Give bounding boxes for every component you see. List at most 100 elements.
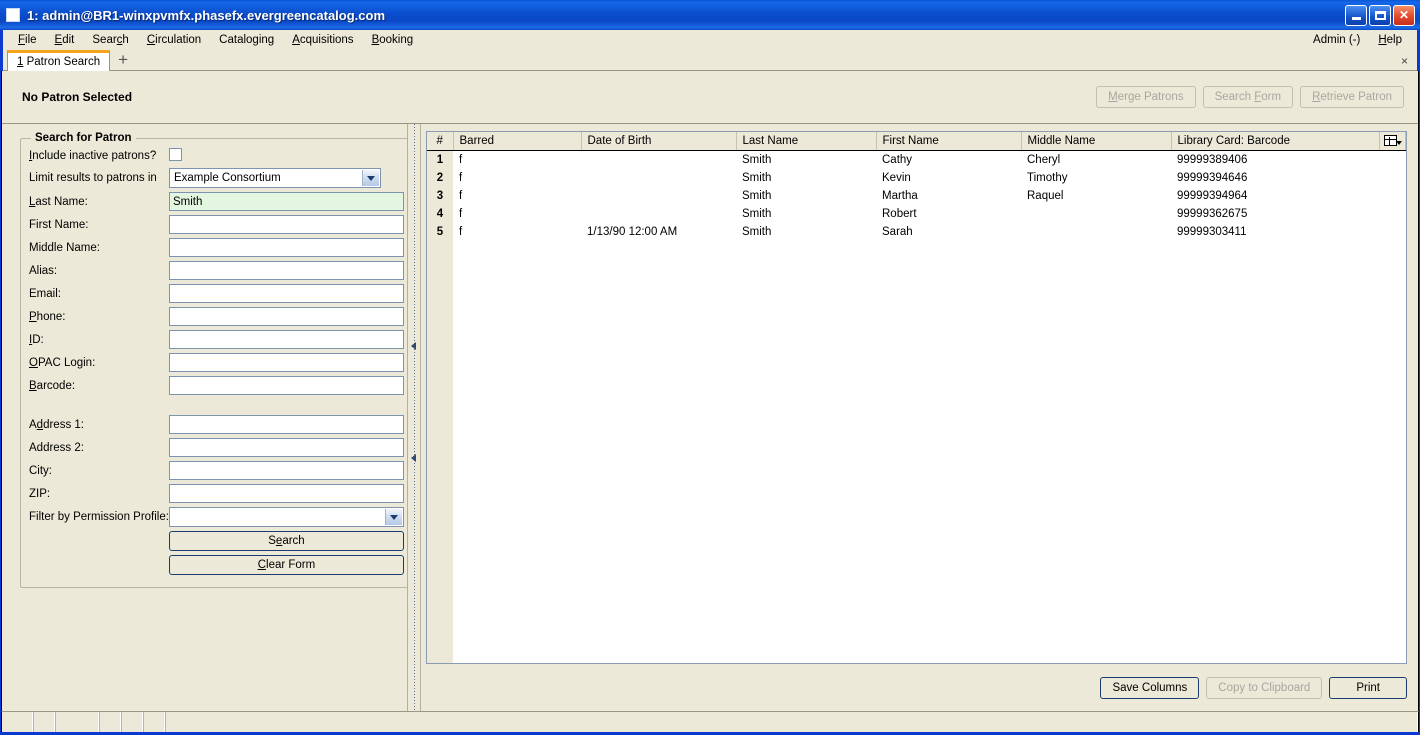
print-button[interactable]: Print <box>1329 676 1407 699</box>
col-header-barred[interactable]: Barred <box>453 132 582 151</box>
menu-help[interactable]: Help <box>1369 32 1411 48</box>
search-pane: Search for Patron Include inactive patro… <box>2 124 407 711</box>
cell-last-name: Smith <box>736 186 876 205</box>
table-row[interactable]: 2 f Smith Kevin Timothy 99999394646 <box>427 168 1406 187</box>
city-label: City: <box>29 464 52 477</box>
row-permission-profile: Filter by Permission Profile: <box>29 505 404 529</box>
tab-patron-search[interactable]: 1 Patron Search <box>7 50 111 71</box>
zip-input[interactable] <box>168 484 404 503</box>
patron-status-label: No Patron Selected <box>22 90 133 104</box>
cell-middle-name <box>1021 222 1171 241</box>
id-input[interactable] <box>168 330 404 349</box>
results-table: # Barred Date of Birth Last Name First N… <box>427 132 1406 241</box>
menu-search[interactable]: Search <box>83 32 137 48</box>
menu-bar: File Edit Search Circulation Cataloging … <box>3 30 1417 50</box>
address2-input[interactable] <box>168 438 404 457</box>
maximize-button[interactable] <box>1369 4 1391 26</box>
chevron-down-icon <box>384 509 402 525</box>
cell-barcode: 99999303411 <box>1171 222 1380 241</box>
retrieve-patron-button[interactable]: Retrieve Patron <box>1300 86 1404 108</box>
cell-date-of-birth: 1/13/90 12:00 AM <box>581 222 736 241</box>
results-empty-area <box>427 240 1406 663</box>
row-alias: Alias: <box>29 259 404 282</box>
window-title: 1: admin@BR1-winxpvmfx.phasefx.evergreen… <box>27 7 386 23</box>
col-header-date-of-birth[interactable]: Date of Birth <box>581 132 737 151</box>
city-input[interactable] <box>168 461 404 480</box>
menu-edit[interactable]: Edit <box>46 32 84 48</box>
cell-last-name: Smith <box>736 150 876 169</box>
status-cell-3 <box>55 712 99 732</box>
row-first-name: First Name: <box>29 213 404 236</box>
new-tab-button[interactable]: + <box>110 51 136 68</box>
permission-profile-select[interactable] <box>168 507 404 527</box>
col-header-library-card-barcode[interactable]: Library Card: Barcode <box>1171 132 1380 151</box>
save-columns-button[interactable]: Save Columns <box>1100 676 1200 699</box>
col-header-middle-name[interactable]: Middle Name <box>1021 132 1172 151</box>
clear-form-button[interactable]: Clear Form <box>168 555 404 575</box>
tab-strip: 1 Patron Search + × <box>3 50 1417 71</box>
close-button[interactable]: ✕ <box>1393 4 1415 26</box>
zip-label: ZIP: <box>29 487 51 500</box>
limit-results-select[interactable]: Example Consortium <box>168 168 381 188</box>
copy-to-clipboard-button[interactable]: Copy to Clipboard <box>1206 676 1323 699</box>
results-grid: # Barred Date of Birth Last Name First N… <box>426 131 1407 664</box>
cell-date-of-birth <box>581 150 736 169</box>
col-header-last-name[interactable]: Last Name <box>736 132 877 151</box>
status-cell-6 <box>143 712 165 732</box>
menu-cataloging[interactable]: Cataloging <box>210 32 283 48</box>
last-name-input[interactable] <box>168 192 404 211</box>
search-form-button[interactable]: Search Form <box>1202 86 1294 108</box>
cell-date-of-birth <box>581 186 736 205</box>
table-row[interactable]: 4 f Smith Robert 99999362675 <box>427 204 1406 223</box>
menu-file[interactable]: File <box>9 32 46 48</box>
row-number: 5 <box>427 222 453 241</box>
alias-input[interactable] <box>168 261 404 280</box>
table-row[interactable]: 5 f 1/13/90 12:00 AM Smith Sarah 9999930… <box>427 222 1406 241</box>
status-cell-4 <box>99 712 121 732</box>
status-cell-2 <box>33 712 55 732</box>
cell-barcode: 99999394646 <box>1171 168 1380 187</box>
email-input[interactable] <box>168 284 404 303</box>
cell-barcode: 99999362675 <box>1171 204 1380 223</box>
menu-booking[interactable]: Booking <box>363 32 423 48</box>
cell-barred: f <box>453 204 581 223</box>
minimize-button[interactable] <box>1345 4 1367 26</box>
splitter-collapse-down-icon[interactable] <box>411 454 416 462</box>
cell-spacer <box>1379 150 1406 169</box>
row-last-name: Last Name: <box>29 190 404 213</box>
results-pane: # Barred Date of Birth Last Name First N… <box>421 124 1418 711</box>
menu-admin[interactable]: Admin (-) <box>1304 32 1369 48</box>
cell-middle-name: Raquel <box>1021 186 1171 205</box>
middle-name-input[interactable] <box>168 238 404 257</box>
column-picker-button[interactable] <box>1379 132 1406 151</box>
merge-patrons-button[interactable]: Merge Patrons <box>1096 86 1196 108</box>
application-window: 1: admin@BR1-winxpvmfx.phasefx.evergreen… <box>0 0 1420 735</box>
close-tab-button[interactable]: × <box>1401 54 1417 70</box>
opac-login-input[interactable] <box>168 353 404 372</box>
row-include-inactive: Include inactive patrons? <box>29 146 404 166</box>
col-header-number[interactable]: # <box>427 132 454 151</box>
title-bar: 1: admin@BR1-winxpvmfx.phasefx.evergreen… <box>0 0 1420 30</box>
table-row[interactable]: 3 f Smith Martha Raquel 99999394964 <box>427 186 1406 205</box>
pane-splitter[interactable] <box>407 124 421 711</box>
cell-first-name: Robert <box>876 204 1021 223</box>
cell-barred: f <box>453 150 581 169</box>
include-inactive-checkbox[interactable] <box>168 148 182 161</box>
first-name-input[interactable] <box>168 215 404 234</box>
menu-acquisitions[interactable]: Acquisitions <box>283 32 362 48</box>
barcode-input[interactable] <box>168 376 404 395</box>
col-header-first-name[interactable]: First Name <box>876 132 1022 151</box>
row-zip: ZIP: <box>29 482 404 505</box>
row-clear-button: Clear Form <box>29 553 404 577</box>
cell-first-name: Cathy <box>876 150 1021 169</box>
search-button[interactable]: Search <box>168 531 404 551</box>
menu-circulation[interactable]: Circulation <box>138 32 210 48</box>
phone-input[interactable] <box>168 307 404 326</box>
barcode-label: Barcode: <box>29 379 76 392</box>
row-barcode: Barcode: <box>29 374 404 397</box>
splitter-collapse-up-icon[interactable] <box>411 342 416 350</box>
row-address2: Address 2: <box>29 436 404 459</box>
address1-input[interactable] <box>168 415 404 434</box>
row-search-button: Search <box>29 529 404 553</box>
table-row[interactable]: 1 f Smith Cathy Cheryl 99999389406 <box>427 150 1406 169</box>
